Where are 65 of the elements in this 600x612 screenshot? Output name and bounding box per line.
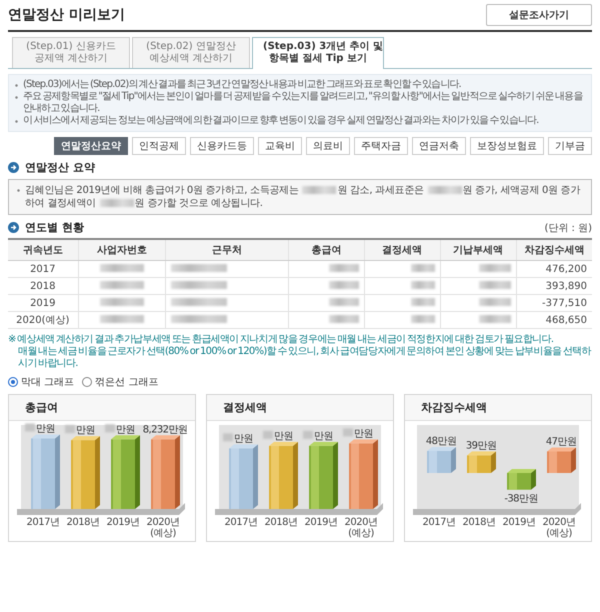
section-heading: 연말정산 요약 xyxy=(25,160,95,175)
amount-cell: -377,510 xyxy=(516,294,592,312)
bar-value-label: 만원 xyxy=(274,430,293,442)
filter-button[interactable]: 기부금 xyxy=(548,137,592,155)
category-label: 2017년 xyxy=(422,517,456,528)
step-tab[interactable]: (Step.01) 신용카드 공제액 계산하기 xyxy=(12,37,130,68)
chart-title: 결정세액 xyxy=(207,395,393,421)
category-label: 2018년 xyxy=(66,517,100,528)
step-tab[interactable]: (Step.03) 3개년 추이 및 항목별 절세 Tip 보기 xyxy=(252,37,384,69)
category-label: 2019년 xyxy=(502,517,536,528)
filter-button[interactable]: 의료비 xyxy=(306,137,350,155)
column-header: 사업자번호 xyxy=(78,239,166,260)
chart-title: 차감징수세액 xyxy=(405,395,591,421)
category-label: 2019년 xyxy=(106,517,140,528)
column-header: 귀속년도 xyxy=(8,239,78,260)
column-header: 결정세액 xyxy=(364,239,440,260)
bar-value-label: 만원 xyxy=(354,428,373,440)
info-text: 주요 공제항목별로 "절세 Tip"에서는 본인이 얼마를 더 공제받을 수 있는지를 알려드리고, "유의할 사항"에서는 일반적으로 실수하기 쉬운 내용을 안내하고 있습니다. xyxy=(15,91,585,115)
filter-button[interactable]: 교육비 xyxy=(258,137,302,155)
bar-value-label: -38만원 xyxy=(504,494,538,505)
bar-value-label: 47만원 xyxy=(546,436,576,448)
year-cell: 2017 xyxy=(8,260,78,278)
category-label: 2017년 xyxy=(26,517,60,528)
bar-value-label: 만원 xyxy=(314,430,333,442)
category-label: 2018년 xyxy=(462,517,496,528)
filter-button[interactable]: 주택자금 xyxy=(354,137,408,155)
chart-type-radio[interactable]: 막대 그래프 xyxy=(8,375,74,389)
bar-value-label: 39만원 xyxy=(466,440,496,452)
column-header: 차감징수세액 xyxy=(516,239,592,260)
survey-button[interactable]: 설문조사가기 xyxy=(486,4,592,26)
unit-label: (단위 : 원) xyxy=(544,222,592,234)
section-heading: 연도별 현황 xyxy=(25,220,84,235)
filter-button[interactable]: 연말정산요약 xyxy=(54,137,128,155)
amount-cell: 476,200 xyxy=(516,260,592,278)
bar-value-label: 만원 xyxy=(36,423,55,434)
amount-cell: 393,890 xyxy=(516,278,592,294)
column-header: 총급여 xyxy=(288,239,364,260)
filter-button[interactable]: 인적공제 xyxy=(132,137,186,155)
year-cell: 2019 xyxy=(8,294,78,312)
bar-value-label: 만원 xyxy=(76,425,95,436)
bar-value-label: 만원 xyxy=(116,424,135,436)
summary-text: 김혜인님은 2019년에 비해 총급여가 0원 증가하고, 소득공제는 원 감소, 과세표준은 원 증가, 세액공제 0원 증가하여 결정세액이 원 증가할 것으로 예상됩니다. xyxy=(17,184,583,210)
category-label: 2019년 xyxy=(304,517,338,528)
chart-title: 총급여 xyxy=(9,395,195,421)
page-title: 연말정산 미리보기 xyxy=(8,6,125,24)
year-cell: 2018 xyxy=(8,278,78,294)
category-label: 2020년 (예상) xyxy=(542,517,576,539)
note-text: ※ 예상세액 계산하기 결과 추가납부세액 또는 환급세액이 지나치게 많을 경우에는 매월 내는 세금이 적정한지에 대한 검토가 필요합니다. xyxy=(8,334,554,346)
category-label: 2020년 (예상) xyxy=(146,517,180,539)
column-header: 기납부세액 xyxy=(440,239,516,260)
category-label: 2020년 (예상) xyxy=(344,517,378,539)
step-tab[interactable]: (Step.02) 연말정산 예상세액 계산하기 xyxy=(132,37,250,68)
bar-value-label: 48만원 xyxy=(426,436,456,447)
category-label: 2017년 xyxy=(224,517,258,528)
note-text: 매월 내는 세금 비율을 근로자가 선택(80% or 100% or 120%)할 수 있으니, 회사 급여담당자에게 문의하여 본인 상황에 맞는 납부비율을 선택하시기 바랍니다. xyxy=(17,346,592,370)
filter-button[interactable]: 연금저축 xyxy=(412,137,466,155)
year-cell: 2020(예상) xyxy=(8,312,78,328)
amount-cell: 468,650 xyxy=(516,312,592,328)
bar-value-label: 만원 xyxy=(234,433,253,444)
filter-button[interactable]: 보장성보험료 xyxy=(470,137,544,155)
filter-button[interactable]: 신용카드등 xyxy=(190,137,254,155)
category-label: 2018년 xyxy=(264,517,298,528)
bar-value-label: 8,232만원 xyxy=(142,424,188,436)
chart-type-radio[interactable]: 꺾은선 그래프 xyxy=(82,375,158,389)
column-header: 근무처 xyxy=(166,239,288,260)
